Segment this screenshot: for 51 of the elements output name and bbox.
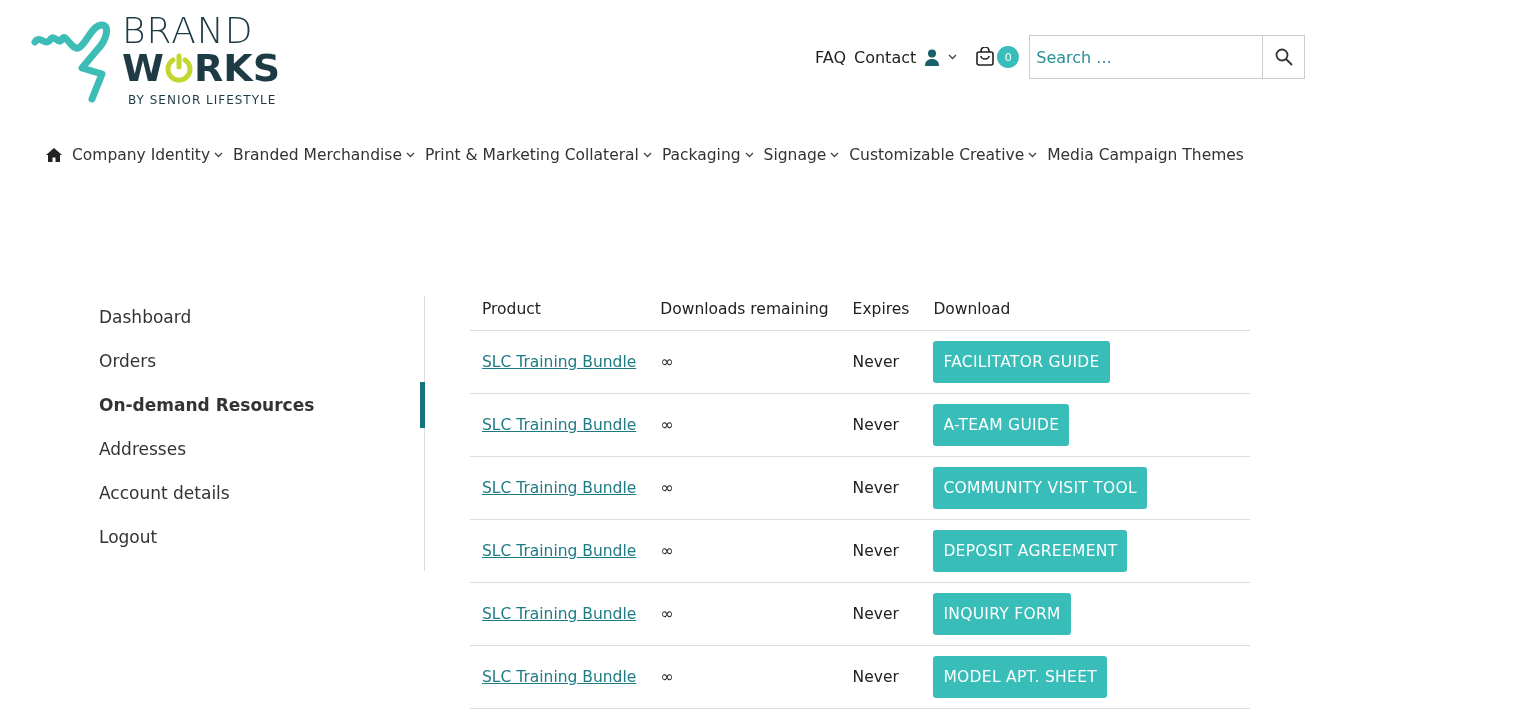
header-link[interactable]: Contact	[854, 47, 917, 67]
downloads-remaining-text: ∞	[660, 542, 674, 560]
nav-link[interactable]: Branded Merchandise	[233, 146, 415, 164]
brand-logo[interactable]: BRAND W RKS BY SENIOR LIFESTYLE	[30, 12, 305, 108]
sidebar-link[interactable]: Addresses	[99, 426, 425, 472]
sidebar-link[interactable]: On-demand Resources	[99, 382, 425, 428]
nav-link[interactable]: Company Identity	[72, 146, 224, 164]
sidebar-link[interactable]: Dashboard	[99, 294, 425, 340]
expires-text: Never	[852, 479, 899, 497]
nav-link[interactable]: Customizable Creative	[849, 146, 1038, 164]
logo-text: RKS	[193, 49, 280, 87]
sidebar-link[interactable]: Logout	[99, 514, 425, 560]
expires-text: Never	[852, 353, 899, 371]
column-header: Download	[921, 292, 1250, 331]
cart-count-badge: 0	[997, 46, 1020, 68]
search-icon	[1274, 48, 1293, 66]
nav-link[interactable]: Media Campaign Themes	[1047, 146, 1244, 164]
product-link[interactable]: SLC Training Bundle	[482, 353, 637, 371]
downloads-remaining-text: ∞	[660, 416, 674, 434]
expires-text: Never	[852, 605, 899, 623]
sidebar-link[interactable]: Account details	[99, 470, 425, 516]
product-link[interactable]: SLC Training Bundle	[482, 479, 637, 497]
chevron-icon	[948, 54, 958, 60]
logo-text: BRAND	[122, 13, 254, 49]
header-link[interactable]: FAQ	[815, 47, 846, 67]
column-header: Expires	[840, 292, 922, 331]
downloads-remaining-text: ∞	[660, 479, 674, 497]
nav-link[interactable]: Print & Marketing Collateral	[424, 146, 652, 164]
home-icon[interactable]	[46, 148, 62, 162]
sidebar-link[interactable]: Orders	[99, 338, 425, 384]
logo-text: W	[122, 49, 164, 87]
expires-text: Never	[852, 416, 899, 434]
downloads-remaining-text: ∞	[660, 353, 674, 371]
user-icon[interactable]	[924, 48, 941, 66]
nav-link[interactable]: Packaging	[661, 146, 754, 164]
downloads-remaining-text: ∞	[660, 668, 674, 686]
power-icon	[163, 53, 194, 83]
logo-tagline: BY SENIOR LIFESTYLE	[128, 93, 277, 107]
product-link[interactable]: SLC Training Bundle	[482, 668, 637, 686]
product-link[interactable]: SLC Training Bundle	[482, 542, 637, 560]
shopping-bag-icon[interactable]	[975, 47, 996, 67]
downloads-remaining-text: ∞	[660, 605, 674, 623]
product-link[interactable]: SLC Training Bundle	[482, 605, 637, 623]
expires-text: Never	[852, 668, 899, 686]
search-button[interactable]	[1263, 35, 1306, 79]
nav-link[interactable]: Signage	[763, 146, 840, 164]
expires-text: Never	[852, 542, 899, 560]
search-field[interactable]: Search ...	[1029, 35, 1264, 79]
column-header: Product	[470, 292, 649, 331]
product-link[interactable]: SLC Training Bundle	[482, 416, 637, 434]
column-header: Downloads remaining	[648, 292, 841, 331]
